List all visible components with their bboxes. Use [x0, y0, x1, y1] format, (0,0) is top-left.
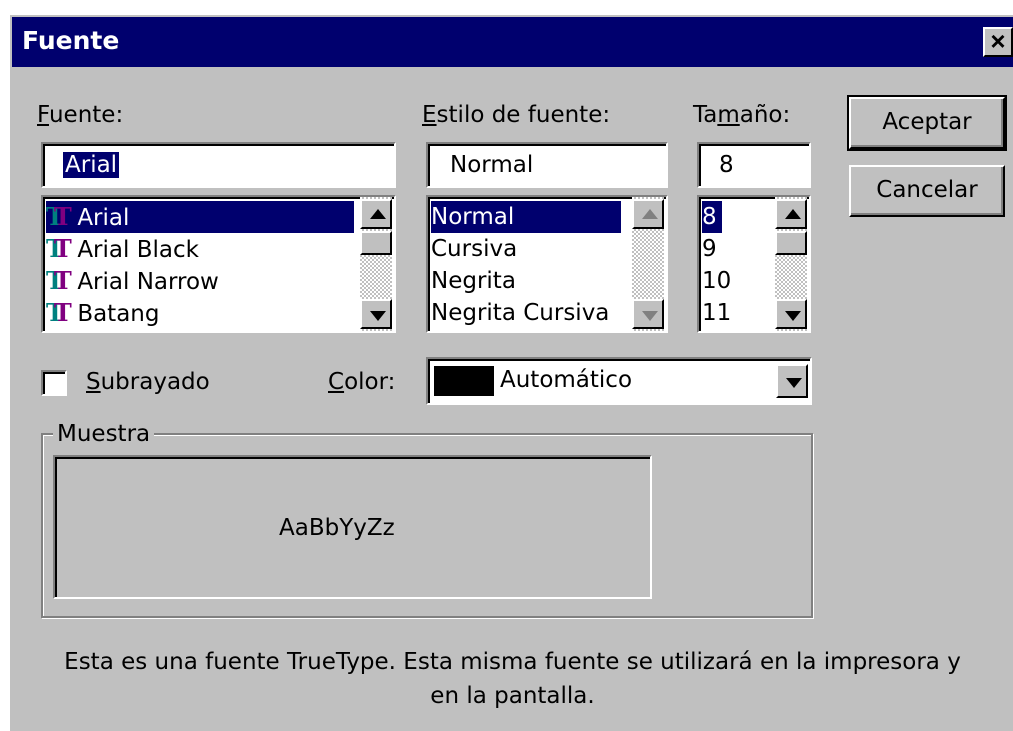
font-list-item-arial-narrow[interactable]: TT Arial Narrow: [46, 265, 219, 297]
truetype-icon: TT: [46, 234, 72, 263]
arrow-down-icon: [785, 311, 801, 321]
chevron-down-icon: [786, 378, 802, 388]
sample-text: AaBbYyZz: [279, 515, 395, 541]
window-title: Fuente: [22, 26, 120, 55]
style-list-scrollbar[interactable]: [632, 197, 664, 331]
color-label: Color:: [328, 369, 395, 395]
scroll-up-button[interactable]: [775, 199, 807, 229]
color-label-text: olor:: [344, 369, 396, 395]
color-swatch: [434, 366, 494, 396]
color-select-value: Automático: [500, 367, 633, 393]
size-input-value: 8: [719, 152, 734, 178]
font-label: Fuente:: [37, 102, 123, 128]
underline-checkbox[interactable]: [41, 370, 67, 396]
style-input[interactable]: Normal: [426, 142, 668, 188]
font-dialog: Fuente × Fuente: Arial TT Arial TT Arial…: [8, 13, 1013, 731]
font-list-item-label: Arial Black: [77, 237, 199, 263]
underline-label-mnemonic: S: [86, 369, 101, 395]
truetype-note-line-2: en la pantalla.: [430, 683, 595, 709]
style-label-text: stilo de fuente:: [436, 102, 611, 128]
size-list-item[interactable]: 8: [702, 201, 722, 233]
arrow-up-icon: [785, 209, 801, 219]
color-select[interactable]: Automático: [426, 357, 812, 405]
size-list-scrollbar[interactable]: [775, 197, 807, 331]
dropdown-button[interactable]: [776, 364, 808, 398]
style-list-item[interactable]: Cursiva: [431, 233, 517, 265]
scroll-thumb[interactable]: [775, 231, 807, 255]
underline-label-text: ubrayado: [100, 369, 210, 395]
style-input-value: Normal: [450, 152, 534, 178]
scroll-down-button[interactable]: [360, 299, 392, 329]
scroll-down-button[interactable]: [632, 299, 664, 329]
size-label-prefix: Ta: [693, 102, 718, 128]
size-list-item[interactable]: 11: [702, 297, 731, 329]
close-button[interactable]: ×: [983, 27, 1013, 57]
font-list-item-arial[interactable]: TT Arial: [46, 201, 354, 233]
style-label-mnemonic: E: [422, 102, 437, 128]
arrow-up-icon: [370, 209, 386, 219]
cancel-button[interactable]: Cancelar: [849, 165, 1005, 217]
truetype-icon: TT: [46, 266, 72, 295]
font-label-text: uente:: [48, 102, 124, 128]
truetype-icon: TT: [46, 298, 72, 327]
truetype-icon: TT: [46, 202, 72, 231]
scroll-up-button[interactable]: [360, 199, 392, 229]
sample-preview: AaBbYyZz: [53, 455, 652, 599]
arrow-down-icon: [642, 311, 658, 321]
size-list[interactable]: 8 9 10 11: [697, 195, 811, 333]
font-list-item-arial-black[interactable]: TT Arial Black: [46, 233, 199, 265]
size-label: Tamaño:: [693, 102, 790, 128]
accept-button[interactable]: Aceptar: [847, 95, 1007, 151]
title-bar[interactable]: Fuente ×: [12, 17, 1013, 67]
size-input[interactable]: 8: [697, 142, 811, 188]
scroll-thumb[interactable]: [360, 231, 392, 255]
font-list-item-batang[interactable]: TT Batang: [46, 297, 159, 329]
color-label-mnemonic: C: [328, 369, 345, 395]
font-list[interactable]: TT Arial TT Arial Black TT Arial Narrow …: [41, 195, 396, 333]
font-input-value: Arial: [63, 152, 120, 178]
arrow-up-icon: [642, 209, 658, 219]
font-input[interactable]: Arial: [41, 142, 396, 188]
size-list-item[interactable]: 9: [702, 233, 717, 265]
style-label: Estilo de fuente:: [422, 102, 610, 128]
font-list-item-label: Arial Narrow: [77, 269, 219, 295]
size-list-item[interactable]: 10: [702, 265, 731, 297]
style-list-item[interactable]: Normal: [431, 201, 621, 233]
font-list-scrollbar[interactable]: [360, 197, 392, 331]
arrow-down-icon: [370, 311, 386, 321]
size-label-mnemonic: m: [717, 102, 740, 128]
scroll-up-button[interactable]: [632, 199, 664, 229]
font-list-item-label: Arial: [77, 205, 130, 231]
font-label-mnemonic: F: [37, 102, 49, 128]
style-list-item[interactable]: Negrita: [431, 265, 516, 297]
style-list-item[interactable]: Negrita Cursiva: [431, 297, 609, 329]
scroll-down-button[interactable]: [775, 299, 807, 329]
font-list-item-label: Batang: [77, 301, 160, 327]
sample-group-label: Muestra: [53, 421, 155, 447]
underline-label[interactable]: Subrayado: [86, 369, 210, 395]
truetype-note-line-1: Esta es una fuente TrueType. Esta misma …: [64, 649, 961, 675]
size-label-text: año:: [739, 102, 791, 128]
style-list[interactable]: Normal Cursiva Negrita Negrita Cursiva: [426, 195, 668, 333]
